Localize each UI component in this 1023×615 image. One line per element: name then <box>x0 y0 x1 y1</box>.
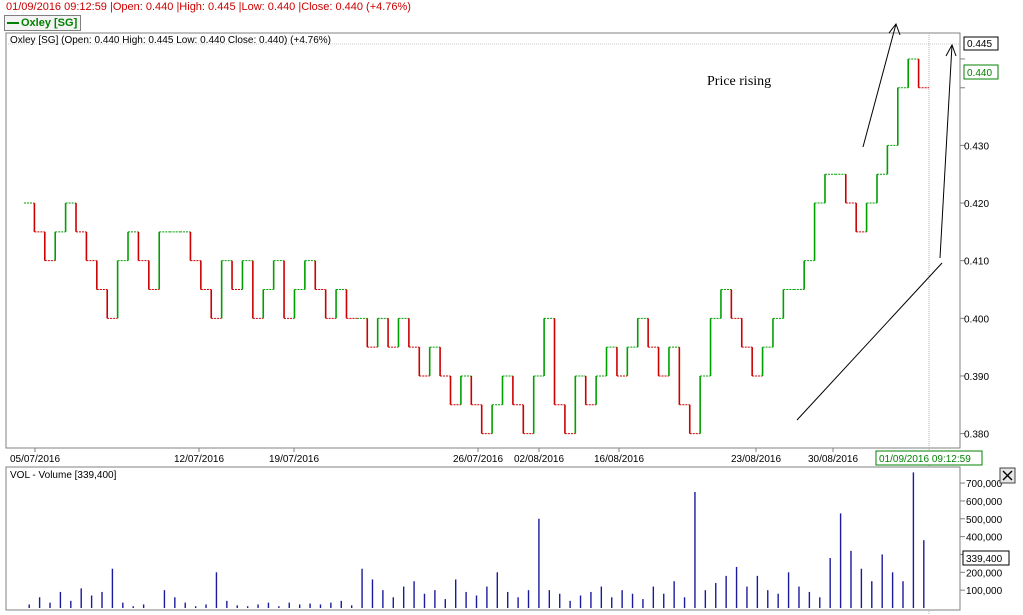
price-x-tick-label: 02/08/2016 <box>514 454 564 465</box>
volume-legend: VOL - Volume [339,400] <box>10 470 117 481</box>
price-y-tick-label: 0.430 <box>964 141 989 152</box>
price-x-tick-label: 19/07/2016 <box>269 454 319 465</box>
volume-y-tick-label: 400,000 <box>966 533 1003 544</box>
price-y-axis: 0.380 0.390 0.400 0.410 0.420 0.430 <box>960 58 989 441</box>
price-x-axis: 05/07/2016 12/07/2016 19/07/2016 26/07/2016… <box>10 448 858 465</box>
price-x-tick-label: 30/08/2016 <box>808 454 858 465</box>
price-x-tick-label: 26/07/2016 <box>453 454 503 465</box>
price-y-tick-label: 0.380 <box>964 430 989 441</box>
volume-y-tick-label: 500,000 <box>966 515 1003 526</box>
price-x-tick-label: 12/07/2016 <box>174 454 224 465</box>
volume-y-axis: 100,000200,000300,000400,000500,000600,0… <box>960 479 1003 597</box>
price-y-tick-label: 0.410 <box>964 257 989 268</box>
price-x-tick-label: 05/07/2016 <box>10 454 60 465</box>
close-panel-button[interactable] <box>999 467 1016 484</box>
price-panel <box>5 32 961 449</box>
cursor-time-label: 01/09/2016 09:12:59 <box>879 454 971 465</box>
volume-y-tick-label: 700,000 <box>966 479 1003 490</box>
volume-y-tick-label: 100,000 <box>966 586 1003 597</box>
volume-current-label: 339,400 <box>966 554 1003 565</box>
price-x-tick-label: 16/08/2016 <box>594 454 644 465</box>
volume-panel <box>5 466 961 611</box>
price-y-tick-label: 0.390 <box>964 372 989 383</box>
volume-y-tick-label: 200,000 <box>966 568 1003 579</box>
price-legend: Oxley [SG] (Open: 0.440 High: 0.445 Low:… <box>10 35 331 46</box>
high-marker-label: 0.445 <box>967 39 992 50</box>
price-y-tick-label: 0.420 <box>964 199 989 210</box>
price-volume-chart: Oxley [SG] (Open: 0.440 High: 0.445 Low:… <box>5 22 1016 615</box>
last-price-label: 0.440 <box>967 68 992 79</box>
price-rising-annotation: Price rising <box>707 74 771 89</box>
price-x-tick-label: 23/08/2016 <box>731 454 781 465</box>
price-y-tick-label: 0.400 <box>964 314 989 325</box>
volume-y-tick-label: 600,000 <box>966 497 1003 508</box>
